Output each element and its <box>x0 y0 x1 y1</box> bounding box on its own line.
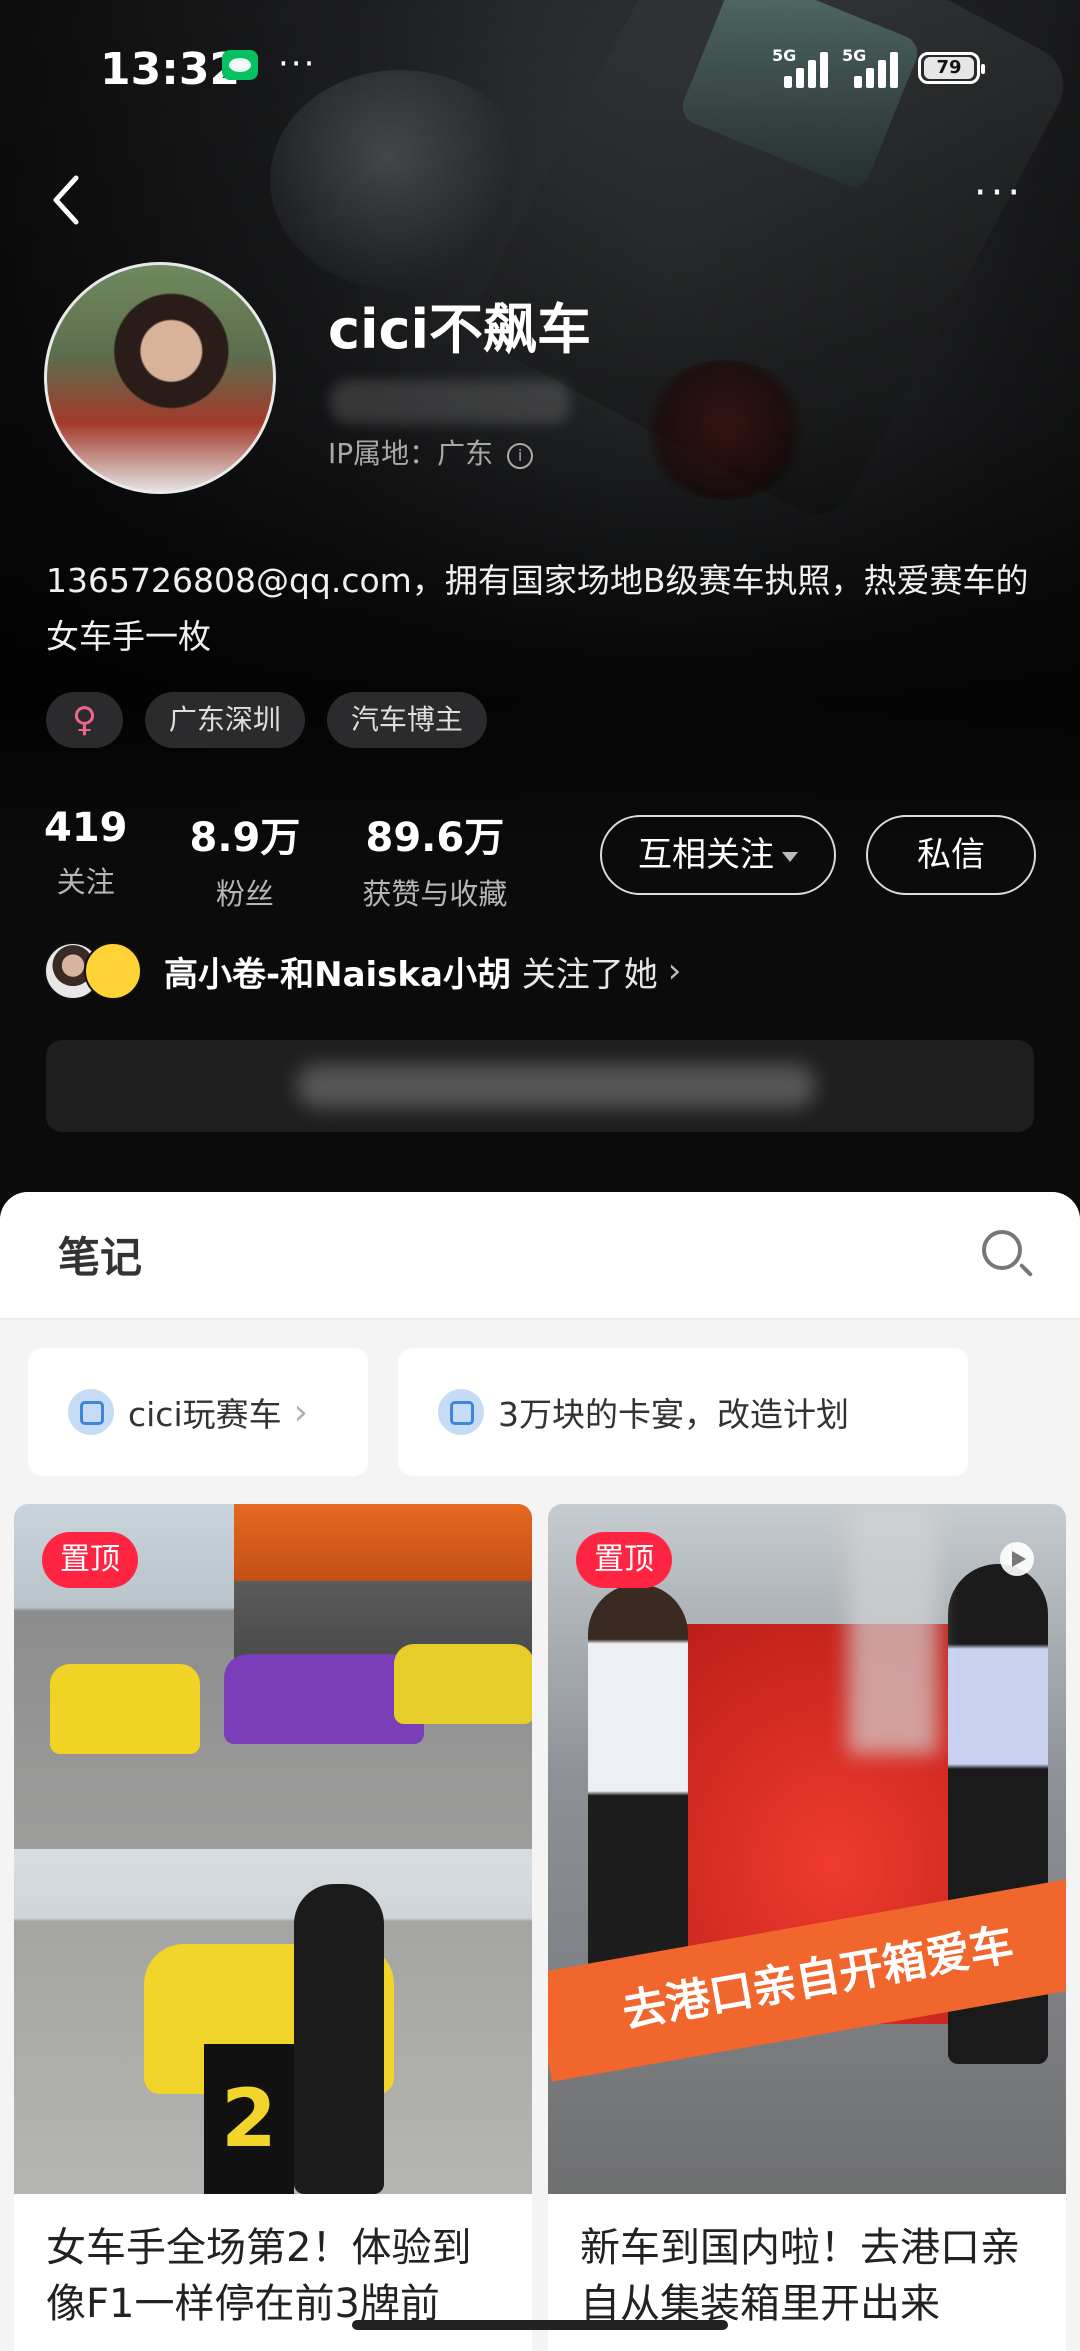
mutual-followers[interactable]: 高小卷-和Naiska小胡 关注了她 › <box>44 940 681 1002</box>
collection-item[interactable]: 3万块的卡宴，改造计划 <box>398 1348 968 1476</box>
following-stat[interactable]: 419 关注 <box>44 805 128 913</box>
status-time: 13:32 <box>100 44 241 95</box>
info-icon[interactable]: i <box>507 443 534 469</box>
chevron-down-icon <box>782 852 798 862</box>
follower-avatar-2 <box>84 942 142 1000</box>
notes-section: 笔记 cici玩赛车 › 3万块的卡宴，改造计划 2 置顶 女车手全场第2！体验… <box>0 1192 1080 2351</box>
note-title: 新车到国内啦！去港口亲自从集装箱里开出来 <box>580 2225 1020 2327</box>
notes-tab-bar: 笔记 <box>0 1192 1080 1320</box>
collection-icon <box>438 1389 484 1435</box>
note-card[interactable]: 去港口亲自开箱爱车 置顶 新车到国内啦！去港口亲自从集装箱里开出来 <box>548 1504 1066 2351</box>
note-cover-image: 去港口亲自开箱爱车 <box>548 1504 1066 2194</box>
username: cici不飙车 <box>328 298 592 361</box>
note-title: 女车手全场第2！体验到像F1一样停在前3牌前 <box>46 2225 472 2327</box>
signal-icon: 5G <box>772 46 832 88</box>
bio-text: 1365726808@qq.com，拥有国家场地B级赛车执照，热爱赛车的女车手一… <box>46 561 1029 656</box>
more-notifications-icon: ··· <box>278 44 317 84</box>
pinned-badge: 置顶 <box>576 1532 672 1588</box>
redacted-banner[interactable] <box>46 1040 1034 1132</box>
home-indicator[interactable] <box>352 2320 728 2330</box>
note-cover-image: 2 <box>14 1504 532 2194</box>
more-options-button[interactable]: ··· <box>968 173 1030 218</box>
search-icon[interactable] <box>982 1230 1022 1270</box>
fans-stat[interactable]: 8.9万 粉丝 <box>190 805 301 913</box>
mutual-follow-button[interactable]: 互相关注 <box>600 815 836 895</box>
tab-notes[interactable]: 笔记 <box>58 1224 142 1285</box>
chevron-right-icon: › <box>667 951 682 991</box>
likes-stat[interactable]: 89.6万 获赞与收藏 <box>362 805 507 913</box>
back-button[interactable] <box>48 170 88 230</box>
collection-icon <box>68 1389 114 1435</box>
profile-tags: ♀ 广东深圳 汽车博主 <box>46 692 487 748</box>
signal-icon-2: 5G <box>842 46 902 88</box>
ip-location: IP属地：广东 i <box>328 432 534 472</box>
status-bar: 13:32 ··· 5G 5G 79 <box>0 0 1080 130</box>
battery-icon: 79 <box>918 52 985 84</box>
back-arrow-icon <box>53 175 79 225</box>
redacted-id <box>330 380 570 424</box>
chevron-right-icon: › <box>293 1391 309 1433</box>
profile-stats: 419 关注 8.9万 粉丝 89.6万 获赞与收藏 <box>44 805 569 913</box>
note-card[interactable]: 2 置顶 女车手全场第2！体验到像F1一样停在前3牌前 <box>14 1504 532 2351</box>
gender-tag: ♀ <box>46 692 123 748</box>
wechat-icon <box>222 50 258 80</box>
category-tag: 汽车博主 <box>326 692 487 748</box>
location-tag: 广东深圳 <box>144 692 305 748</box>
avatar[interactable] <box>44 262 276 494</box>
pinned-badge: 置顶 <box>42 1532 138 1588</box>
message-button[interactable]: 私信 <box>866 815 1036 895</box>
collection-item[interactable]: cici玩赛车 › <box>28 1348 368 1476</box>
position-board: 2 <box>204 2044 294 2194</box>
video-play-icon <box>1000 1542 1034 1576</box>
